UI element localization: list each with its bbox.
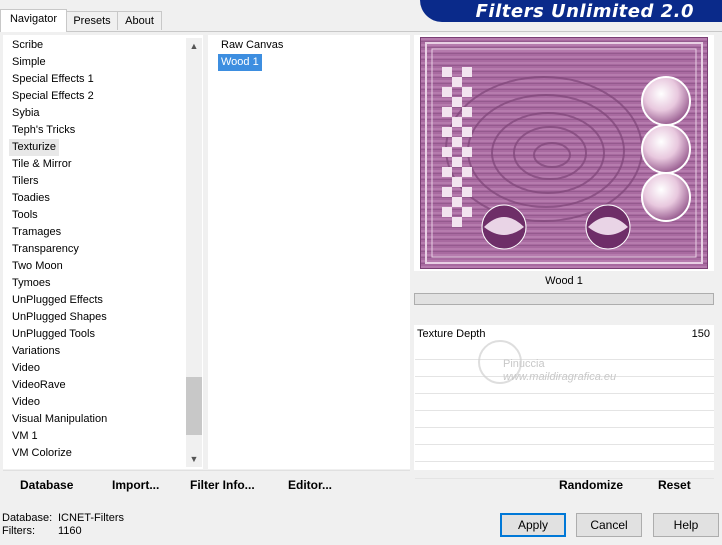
filter-info-button[interactable]: Filter Info... (190, 476, 255, 494)
param-label: Texture Depth (417, 328, 486, 340)
param-slot (415, 343, 714, 360)
tab-navigator[interactable]: Navigator (0, 9, 67, 32)
tab-label: Navigator (9, 13, 58, 25)
category-item[interactable]: Transparency (12, 241, 79, 258)
category-item[interactable]: Texturize (9, 139, 60, 156)
filter-list[interactable] (208, 35, 410, 469)
status-database-label: Database: (2, 512, 53, 524)
category-items: Scribe Simple Special Effects 1 Special Eff… (0, 0, 186, 467)
checker-cell (452, 217, 462, 227)
scroll-down-icon[interactable]: ▼ (186, 451, 202, 467)
category-item[interactable]: Toadies (12, 190, 50, 207)
scroll-up-icon[interactable]: ▲ (186, 38, 202, 54)
checker-cell (462, 187, 472, 197)
preview-image (420, 37, 708, 269)
checker-cell (462, 127, 472, 137)
category-item[interactable]: UnPlugged Tools (12, 326, 95, 343)
param-slot (415, 428, 714, 445)
progress-bar (414, 293, 714, 305)
watermark-line2: www.maildiragrafica.eu (503, 371, 617, 383)
title-banner: Filters Unlimited 2.0 (420, 0, 722, 22)
cancel-button[interactable]: Cancel (576, 513, 642, 537)
checker-cell (452, 157, 462, 167)
category-item[interactable]: Video (12, 360, 40, 377)
checker-cell (452, 77, 462, 87)
help-button[interactable]: Help (653, 513, 719, 537)
checker-cell (452, 197, 462, 207)
import-button[interactable]: Import... (112, 476, 159, 494)
category-item[interactable]: Tilers (12, 173, 38, 190)
param-slot (415, 411, 714, 428)
checker-cell (462, 67, 472, 77)
database-button[interactable]: Database (20, 476, 73, 494)
checker-cell (452, 177, 462, 187)
preview-filter-name: Wood 1 (414, 271, 714, 291)
app-title: Filters Unlimited 2.0 (475, 1, 694, 22)
category-item[interactable]: Special Effects 2 (12, 88, 94, 105)
status-filters-value: 1160 (58, 525, 82, 537)
category-item[interactable]: Special Effects 1 (12, 71, 94, 88)
checker-cell (442, 127, 452, 137)
checker-cell (462, 107, 472, 117)
category-item[interactable]: Tymoes (12, 275, 51, 292)
status-filters-label: Filters: (2, 525, 35, 537)
checker-cell (442, 67, 452, 77)
checker-cell (452, 97, 462, 107)
filter-item[interactable]: Raw Canvas (218, 37, 286, 54)
category-item[interactable]: VideoRave (12, 377, 66, 394)
category-item[interactable]: Tile & Mirror (12, 156, 71, 173)
checker-cell (442, 207, 452, 217)
checker-cell (462, 167, 472, 177)
checker-cell (462, 87, 472, 97)
category-item[interactable]: Sybia (12, 105, 40, 122)
checker-cell (442, 87, 452, 97)
category-item[interactable]: Video (12, 394, 40, 411)
category-item[interactable]: VM 1 (12, 428, 38, 445)
param-slot (415, 445, 714, 462)
filter-item[interactable]: Wood 1 (218, 54, 262, 71)
category-item[interactable]: Tramages (12, 224, 61, 241)
category-item[interactable]: Teph's Tricks (12, 122, 75, 139)
preview-panel (414, 35, 714, 271)
category-item[interactable]: Simple (12, 54, 46, 71)
param-value[interactable]: 150 (650, 326, 710, 343)
watermark-line1: Pinuccia (503, 358, 545, 370)
category-scrollbar[interactable]: ▲ ▼ (186, 38, 202, 467)
category-item[interactable]: Visual Manipulation (12, 411, 107, 428)
checker-cell (442, 167, 452, 177)
reset-button[interactable]: Reset (658, 476, 691, 494)
category-item[interactable]: Two Moon (12, 258, 63, 275)
category-item[interactable]: Variations (12, 343, 60, 360)
randomize-button[interactable]: Randomize (559, 476, 623, 494)
status-database-value: ICNET-Filters (58, 512, 124, 524)
checker-cell (442, 147, 452, 157)
checker-cell (462, 207, 472, 217)
param-slot (415, 394, 714, 411)
category-item[interactable]: UnPlugged Effects (12, 292, 103, 309)
checker-cell (452, 117, 462, 127)
category-item[interactable]: Scribe (12, 37, 43, 54)
apply-button[interactable]: Apply (500, 513, 566, 537)
scroll-thumb[interactable] (186, 377, 202, 435)
editor-button[interactable]: Editor... (288, 476, 332, 494)
checker-cell (442, 107, 452, 117)
category-item[interactable]: VM Colorize (12, 445, 72, 462)
checker-cell (462, 147, 472, 157)
checker-cell (452, 137, 462, 147)
category-item[interactable]: UnPlugged Shapes (12, 309, 107, 326)
checker-cell (442, 187, 452, 197)
category-item[interactable]: Tools (12, 207, 38, 224)
